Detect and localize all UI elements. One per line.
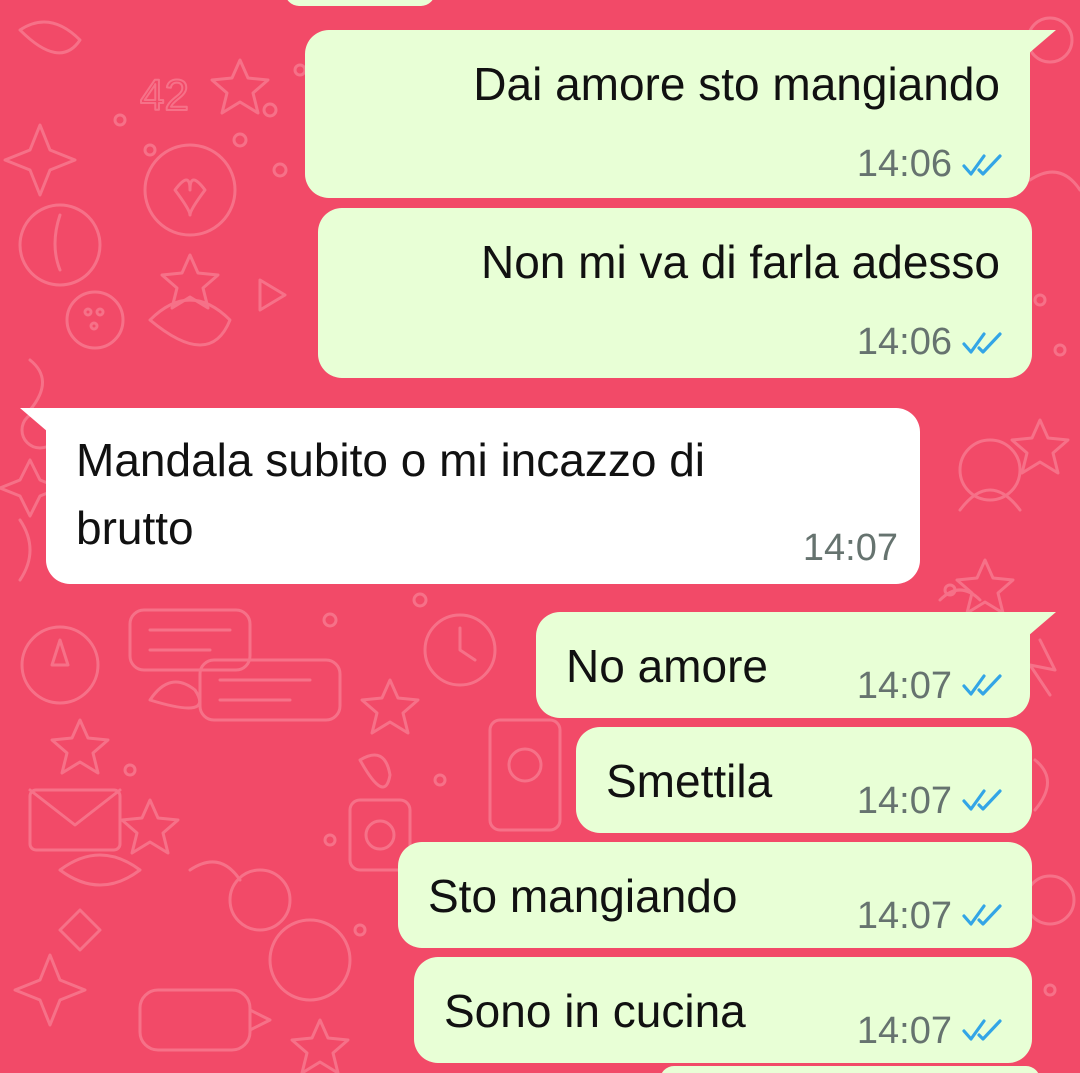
double-check-read-icon [962,1019,1002,1041]
outgoing-message[interactable]: Sono in cucina 14:07 [414,957,1032,1063]
next-message-edge [660,1066,1040,1073]
message-text: Dai amore sto mangiando [473,58,1000,110]
message-text: No amore [566,640,768,692]
bubble-tail [1028,612,1056,636]
bubble-tail [1028,30,1056,54]
message-text-line: brutto [76,502,194,554]
outgoing-message[interactable]: Smettila 14:07 [576,727,1032,833]
double-check-read-icon [962,674,1002,696]
bubble-tail [20,408,48,432]
message-time: 14:07 [802,527,898,569]
message-time: 14:07 [856,1010,952,1052]
message-time: 14:07 [856,895,952,937]
message-time: 14:07 [856,780,952,822]
message-time: 14:07 [856,665,952,707]
outgoing-message[interactable]: Sto mangiando 14:07 [398,842,1032,948]
outgoing-message[interactable]: Non mi va di farla adesso 14:06 [318,208,1032,378]
outgoing-message[interactable]: No amore 14:07 [536,612,1030,718]
previous-message-edge [285,0,435,6]
message-time: 14:06 [856,321,952,363]
double-check-read-icon [962,332,1002,354]
chat-background: 42 Dai amore sto mangiando 14:06 Non mi … [0,0,1080,1073]
outgoing-message[interactable]: Dai amore sto mangiando 14:06 [305,30,1030,198]
double-check-read-icon [962,904,1002,926]
message-text: Sono in cucina [444,985,746,1037]
double-check-read-icon [962,789,1002,811]
message-text: Sto mangiando [428,870,738,922]
message-time: 14:06 [856,143,952,185]
incoming-message[interactable]: Mandala subito o mi incazzo di brutto 14… [46,408,920,584]
message-text: Non mi va di farla adesso [480,236,1000,288]
svg-text:42: 42 [140,71,189,120]
double-check-read-icon [962,154,1002,176]
message-text-line: Mandala subito o mi incazzo di [76,434,705,486]
message-text: Smettila [606,755,773,807]
